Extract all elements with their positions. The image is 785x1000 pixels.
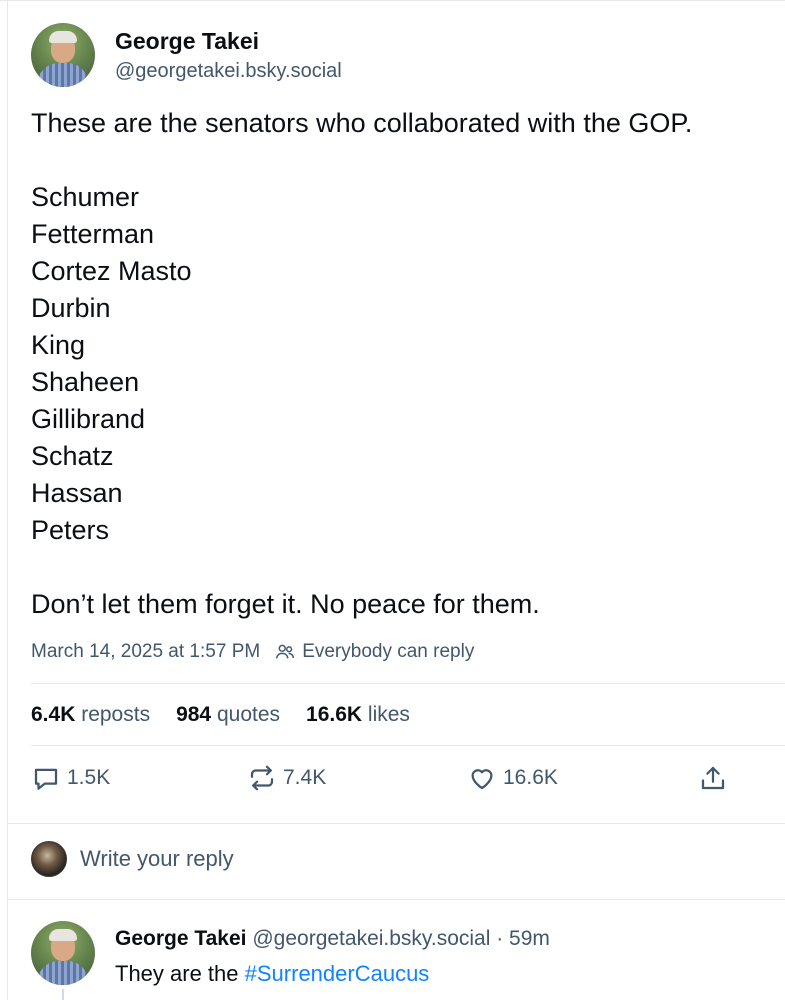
- likes-count: 16.6K: [306, 703, 363, 726]
- author-name[interactable]: George Takei: [115, 27, 342, 55]
- post-meta: March 14, 2025 at 1:57 PM Everybody can …: [31, 639, 474, 665]
- quotes-stat[interactable]: 984 quotes: [176, 701, 280, 729]
- senator-name: Schatz: [31, 441, 114, 471]
- reply-input-placeholder[interactable]: Write your reply: [80, 846, 234, 872]
- divider: [31, 745, 785, 746]
- reposts-stat[interactable]: 6.4K reposts: [31, 701, 150, 729]
- reply-count: 1.5K: [67, 766, 111, 789]
- senator-name: Peters: [31, 515, 110, 545]
- quotes-count: 984: [176, 703, 212, 726]
- senator-name: Shaheen: [31, 367, 140, 397]
- reply-composer[interactable]: Write your reply: [31, 841, 234, 877]
- share-button[interactable]: [698, 763, 734, 793]
- senator-name: Durbin: [31, 293, 111, 323]
- likes-label: likes: [367, 703, 410, 726]
- reposts-count: 6.4K: [31, 703, 76, 726]
- senator-name: Fetterman: [31, 219, 155, 249]
- reply-text: They are the #SurrenderCaucus: [115, 959, 550, 989]
- post-author: George Takei @georgetakei.bsky.social: [31, 23, 342, 87]
- reposts-label: reposts: [81, 703, 151, 726]
- post-intro-line: These are the senators who collaborated …: [31, 108, 693, 138]
- like-count: 16.6K: [503, 766, 558, 789]
- reply-author-handle[interactable]: @georgetakei.bsky.social: [252, 927, 490, 950]
- divider: [7, 899, 785, 900]
- hashtag-link[interactable]: #SurrenderCaucus: [245, 961, 430, 986]
- divider: [31, 683, 785, 684]
- reply-setting: Everybody can reply: [302, 641, 475, 662]
- post-text: These are the senators who collaborated …: [31, 105, 771, 623]
- post-timestamp[interactable]: March 14, 2025 at 1:57 PM: [31, 639, 260, 665]
- senator-name: King: [31, 330, 86, 360]
- post-outro-line: Don’t let them forget it. No peace for t…: [31, 589, 540, 619]
- senator-name: Gillibrand: [31, 404, 146, 434]
- heart-icon: [471, 769, 493, 790]
- senator-name: Cortez Masto: [31, 256, 192, 286]
- divider: [7, 823, 785, 824]
- post-actions: 1.5K 7.4K 16.6K: [31, 763, 731, 803]
- share-icon: [701, 766, 725, 790]
- repost-button[interactable]: 7.4K: [247, 763, 326, 793]
- senator-name: Hassan: [31, 478, 123, 508]
- senator-name: Schumer: [31, 182, 140, 212]
- reply-author-avatar[interactable]: [31, 921, 95, 985]
- author-avatar[interactable]: [31, 23, 95, 87]
- left-border: [7, 1, 8, 1000]
- reply-author-name[interactable]: George Takei: [115, 927, 247, 950]
- repost-count: 7.4K: [283, 766, 327, 789]
- thread-line: [62, 989, 64, 1000]
- post-thread-view: George Takei @georgetakei.bsky.social Th…: [0, 0, 785, 1000]
- people-icon: [276, 644, 295, 659]
- reply-text-prefix: They are the: [115, 961, 245, 986]
- like-button[interactable]: 16.6K: [467, 763, 558, 793]
- user-avatar: [31, 841, 67, 877]
- reply-button[interactable]: 1.5K: [31, 763, 110, 793]
- reply-age: · 59m: [496, 927, 550, 950]
- repost-arrows-icon: [250, 765, 274, 791]
- post-stats: 6.4K reposts 984 quotes 16.6K likes: [31, 701, 436, 729]
- reply-post[interactable]: George Takei @georgetakei.bsky.social · …: [31, 921, 550, 989]
- quotes-label: quotes: [216, 703, 281, 726]
- likes-stat[interactable]: 16.6K likes: [306, 701, 410, 729]
- author-handle[interactable]: @georgetakei.bsky.social: [115, 58, 342, 84]
- speech-bubble-icon: [34, 768, 58, 790]
